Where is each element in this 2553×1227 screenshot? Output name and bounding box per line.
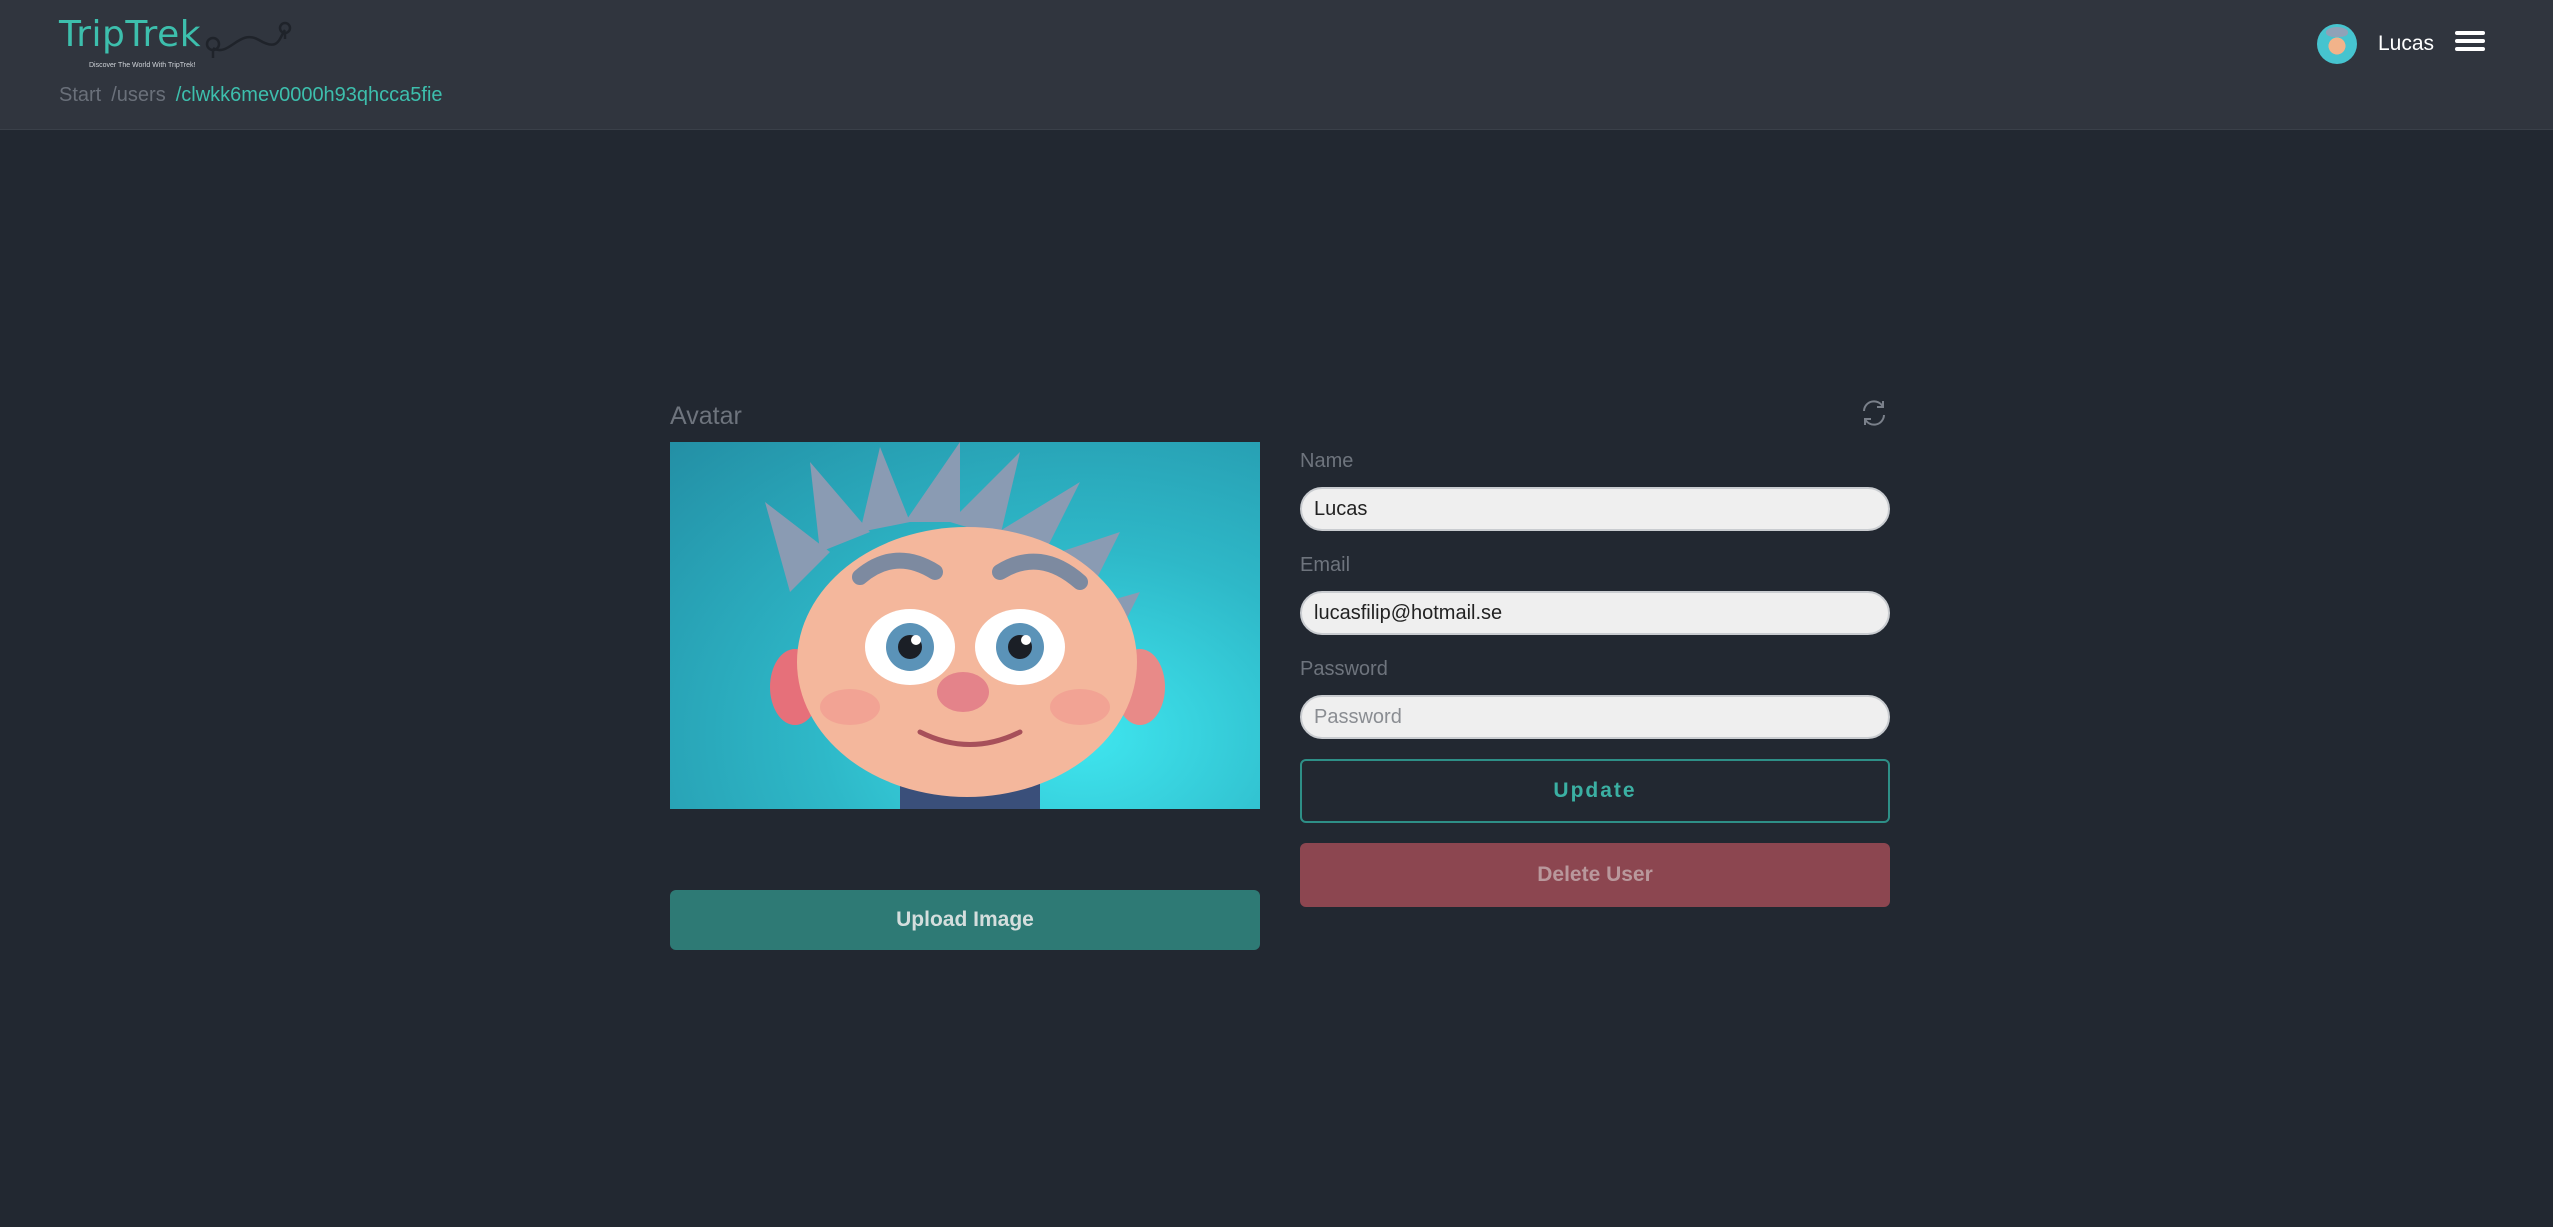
refresh-icon[interactable] xyxy=(1858,397,1890,429)
logo-title: TripTrek xyxy=(59,14,202,55)
logo-tagline: Discover The World With TripTrek! xyxy=(89,62,196,69)
user-name[interactable]: Lucas xyxy=(2378,32,2434,56)
breadcrumb-current-user: /clwkk6mev0000h93qhcca5fie xyxy=(175,84,443,106)
name-input[interactable] xyxy=(1300,487,1890,531)
update-button[interactable]: Update xyxy=(1300,759,1890,823)
password-label: Password xyxy=(1300,658,1388,680)
email-input[interactable] xyxy=(1300,591,1890,635)
triptrek-logo[interactable]: TripTrek Discover The World With TripTre… xyxy=(59,14,299,74)
user-area: Lucas xyxy=(2253,22,2553,68)
breadcrumb-start[interactable]: Start xyxy=(59,84,101,106)
user-avatar[interactable] xyxy=(2317,24,2357,64)
route-pin-icon xyxy=(205,21,292,58)
hamburger-menu-icon[interactable] xyxy=(2455,28,2485,58)
delete-user-button[interactable]: Delete User xyxy=(1300,843,1890,907)
name-label: Name xyxy=(1300,450,1354,472)
avatar-label: Avatar xyxy=(670,402,742,430)
cartoon-boy-avatar-picture xyxy=(765,442,1165,809)
upload-image-button[interactable]: Upload Image xyxy=(670,890,1260,950)
breadcrumb-users[interactable]: /users xyxy=(111,84,165,106)
avatar-image xyxy=(670,442,1260,809)
breadcrumb: Start/users/clwkk6mev0000h93qhcca5fie xyxy=(59,84,443,107)
top-header: TripTrek Discover The World With TripTre… xyxy=(0,0,2553,130)
password-input[interactable] xyxy=(1300,695,1890,739)
email-label: Email xyxy=(1300,554,1351,576)
